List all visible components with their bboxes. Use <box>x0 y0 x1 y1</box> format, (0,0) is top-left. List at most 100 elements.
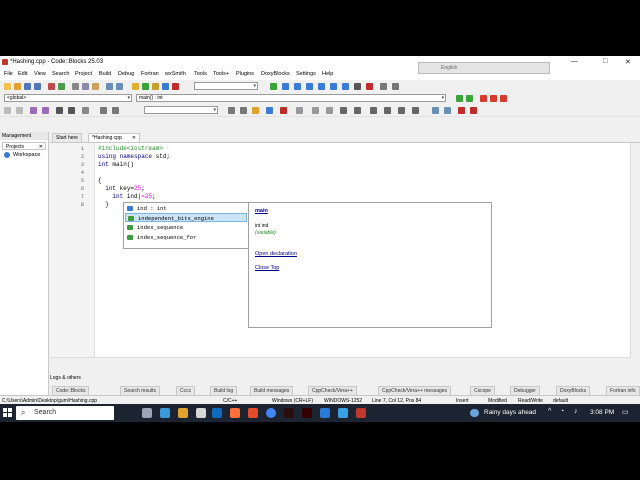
volume-icon[interactable]: ♪ <box>574 408 578 415</box>
vscode-icon[interactable] <box>338 408 348 418</box>
menu-tools-plus[interactable]: Tools+ <box>213 71 229 77</box>
tab-close-icon[interactable]: ✕ <box>132 134 136 143</box>
taskbar-search[interactable]: ⌕ Search <box>16 406 114 420</box>
horizontal-scrollbar[interactable] <box>50 357 630 367</box>
menu-wxsmith[interactable]: wxSmith <box>165 71 186 77</box>
build-run-icon[interactable] <box>152 83 159 90</box>
tool-9-icon[interactable] <box>384 107 391 114</box>
menu-tools[interactable]: Tools <box>194 71 207 77</box>
codeblocks-taskbar-icon[interactable] <box>356 408 366 418</box>
open-declaration-link[interactable]: Open declaration <box>255 251 297 257</box>
redo-icon[interactable] <box>58 83 65 90</box>
step-out-icon[interactable] <box>318 83 325 90</box>
windows-start-icon[interactable] <box>3 408 13 418</box>
autocomplete-item[interactable]: index_sequence_for <box>125 233 247 242</box>
edge-icon[interactable] <box>160 408 170 418</box>
new-file-icon[interactable] <box>4 83 11 90</box>
language-bar[interactable]: English <box>418 62 550 74</box>
debug-windows-icon[interactable] <box>380 83 387 90</box>
doc-icon[interactable] <box>68 107 75 114</box>
menu-edit[interactable]: Edit <box>18 71 27 77</box>
symbol-combo[interactable]: main() : int ▾ <box>136 94 446 102</box>
projects-tab-close[interactable]: ✕ <box>39 143 43 151</box>
autocomplete-item[interactable]: ind : int <box>125 204 247 213</box>
c-icon[interactable] <box>470 107 477 114</box>
step-into-icon[interactable] <box>306 83 313 90</box>
highlight-icon[interactable] <box>252 107 259 114</box>
tool-3-icon[interactable] <box>296 107 303 114</box>
tool-5-icon[interactable] <box>326 107 333 114</box>
menu-build[interactable]: Build <box>99 71 111 77</box>
tab-hashing-cpp[interactable]: *Hashing.cpp ✕ <box>88 133 140 142</box>
uncomment-icon[interactable] <box>42 107 49 114</box>
autocomplete-list[interactable]: ind : int independent_bits_engine index_… <box>123 202 249 249</box>
debug-icon[interactable] <box>270 83 277 90</box>
tray-chevron-icon[interactable]: ^ <box>548 408 551 415</box>
mail-icon[interactable] <box>212 408 222 418</box>
build-target-combo[interactable]: ▾ <box>194 82 258 90</box>
tool-11-icon[interactable] <box>412 107 419 114</box>
undo-icon[interactable] <box>48 83 55 90</box>
vertical-scrollbar[interactable] <box>630 143 640 357</box>
menu-debug[interactable]: Debug <box>118 71 134 77</box>
various-info-icon[interactable] <box>392 83 399 90</box>
clear-icon[interactable] <box>280 107 287 114</box>
align-right-icon[interactable] <box>112 107 119 114</box>
network-icon[interactable]: ◔ <box>560 408 564 415</box>
illustrator-icon[interactable] <box>302 408 312 418</box>
replace-icon[interactable] <box>116 83 123 90</box>
autocomplete-item[interactable]: index_sequence <box>125 223 247 232</box>
word-icon[interactable] <box>320 408 330 418</box>
close-button[interactable]: ✕ <box>625 58 631 66</box>
tool-2-icon[interactable] <box>16 107 23 114</box>
jump-forward-icon[interactable] <box>466 95 473 102</box>
tool-6-icon[interactable] <box>340 107 347 114</box>
clock[interactable]: 3:08 PM <box>590 409 614 416</box>
save-icon[interactable] <box>24 83 31 90</box>
autocomplete-item-selected[interactable]: independent_bits_engine <box>125 213 247 222</box>
file-explorer-icon[interactable] <box>178 408 188 418</box>
zoom-in-icon[interactable] <box>432 107 439 114</box>
store-icon[interactable] <box>196 408 206 418</box>
next-line-icon[interactable] <box>294 83 301 90</box>
app-icon[interactable] <box>248 408 258 418</box>
tool-10-icon[interactable] <box>398 107 405 114</box>
next-instruction-icon[interactable] <box>330 83 337 90</box>
menu-plugins[interactable]: Plugins <box>236 71 254 77</box>
minimize-button[interactable]: — <box>571 58 578 65</box>
menu-settings[interactable]: Settings <box>296 71 316 77</box>
rebuild-icon[interactable] <box>162 83 169 90</box>
workspace-item[interactable]: Workspace <box>13 152 40 158</box>
cut-icon[interactable] <box>72 83 79 90</box>
notifications-icon[interactable]: ▭ <box>622 408 629 416</box>
scope-combo[interactable]: <global> ▾ <box>4 94 132 102</box>
next-bookmark-icon[interactable] <box>500 95 507 102</box>
tab-start-here[interactable]: Start here <box>52 133 82 142</box>
open-icon[interactable] <box>14 83 21 90</box>
jump-back-icon[interactable] <box>456 95 463 102</box>
tool-1-icon[interactable] <box>4 107 11 114</box>
menu-project[interactable]: Project <box>75 71 92 77</box>
chrome-icon[interactable] <box>266 408 276 418</box>
photoshop-icon[interactable] <box>284 408 294 418</box>
abort-icon[interactable] <box>172 83 179 90</box>
paste-icon[interactable] <box>92 83 99 90</box>
firefox-icon[interactable] <box>230 408 240 418</box>
break-debugger-icon[interactable] <box>354 83 361 90</box>
step-instruction-icon[interactable] <box>342 83 349 90</box>
menu-file[interactable]: File <box>4 71 13 77</box>
search-box[interactable]: ▾ <box>144 106 218 114</box>
tool-7-icon[interactable] <box>354 107 361 114</box>
block-icon[interactable] <box>56 107 63 114</box>
run-to-cursor-icon[interactable] <box>282 83 289 90</box>
run-icon[interactable] <box>142 83 149 90</box>
zoom-out-icon[interactable] <box>444 107 451 114</box>
build-icon[interactable] <box>132 83 139 90</box>
menu-view[interactable]: View <box>34 71 46 77</box>
find-icon[interactable] <box>106 83 113 90</box>
nav-back-icon[interactable] <box>228 107 235 114</box>
menu-help[interactable]: Help <box>322 71 333 77</box>
s-icon[interactable] <box>458 107 465 114</box>
menu-doxyblocks[interactable]: DoxyBlocks <box>261 71 290 77</box>
align-left-icon[interactable] <box>100 107 107 114</box>
